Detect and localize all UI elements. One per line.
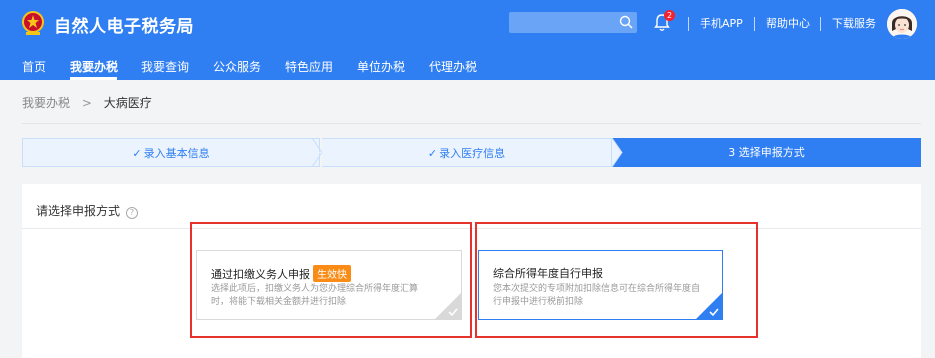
download-service-link[interactable]: 下载服务 [832,15,876,31]
tax-emblem-icon [22,11,44,35]
nav-unit-tax[interactable]: 单位办税 [357,58,405,75]
header-divider [820,17,821,31]
panel-title: 请选择申报方式? [36,202,139,219]
nav-agent-tax[interactable]: 代理办税 [429,58,477,75]
panel-title-text: 请选择申报方式 [36,204,121,218]
option-description: 您本次提交的专项附加扣除信息可在综合所得年度自行申报中进行税前扣除 [493,284,701,307]
filing-method-panel: 请选择申报方式? 通过扣缴义务人申报 生效快 选择此项后，扣缴义务人为您办理综合所… [22,184,921,358]
search-icon[interactable] [619,15,633,29]
step-label: 录入医疗信息 [439,147,506,160]
nav-public-service[interactable]: 公众服务 [213,58,261,75]
step-label: 3 选择申报方式 [728,146,805,159]
breadcrumb-divider [22,123,921,124]
chevron-right-icon: > [81,96,92,110]
nav-home[interactable]: 首页 [22,58,46,75]
option-description: 选择此项后，扣缴义务人为您办理综合所得年度汇算时，将能下载相关金额并进行扣除 [211,284,419,307]
fast-effect-badge: 生效快 [313,265,351,282]
breadcrumb-parent[interactable]: 我要办税 [22,96,70,110]
corner-check-icon [696,293,722,319]
nav-query[interactable]: 我要查询 [141,58,189,75]
option-self-filing[interactable]: 综合所得年度自行申报 您本次提交的专项附加扣除信息可在综合所得年度自行申报中进行… [478,250,723,320]
step-label: 录入基本信息 [143,147,210,160]
option-withholding-agent[interactable]: 通过扣缴义务人申报 生效快 选择此项后，扣缴义务人为您办理综合所得年度汇算时，将能… [196,250,462,320]
help-center-link[interactable]: 帮助中心 [766,15,810,31]
nav-active-indicator [70,77,117,80]
nav-tax-handling[interactable]: 我要办税 [70,58,118,75]
option-title: 通过扣缴义务人申报 生效快 [211,265,351,282]
step-basic-info: ✓ 录入基本信息 [22,138,320,167]
progress-steps: ✓ 录入基本信息 ✓ 录入医疗信息 3 选择申报方式 [22,138,921,167]
breadcrumb-current: 大病医疗 [103,96,152,110]
check-icon: ✓ [132,147,142,160]
option-title-text: 通过扣缴义务人申报 [211,268,310,281]
help-icon[interactable]: ? [126,207,139,219]
notification-badge: 2 [664,10,675,21]
mobile-app-link[interactable]: 手机APP [700,15,743,31]
step-filing-method: 3 选择申报方式 [612,138,921,167]
option-title: 综合所得年度自行申报 [493,265,603,281]
option-title-text: 综合所得年度自行申报 [493,267,603,280]
corner-check-icon [435,293,461,319]
avatar[interactable] [887,9,917,39]
breadcrumb: 我要办税 > 大病医疗 [22,94,152,111]
app-title: 自然人电子税务局 [54,17,194,37]
step-arrow [612,138,623,167]
header-divider [754,17,755,31]
step-medical-info: ✓ 录入医疗信息 [322,138,612,167]
top-header: 自然人电子税务局 2 手机APP 帮助中心 下载服务 首页 我要办税 我要查询 … [0,0,935,80]
nav-featured-apps[interactable]: 特色应用 [285,58,333,75]
search-input[interactable] [509,12,637,33]
check-icon: ✓ [427,147,438,160]
header-divider [688,17,689,31]
